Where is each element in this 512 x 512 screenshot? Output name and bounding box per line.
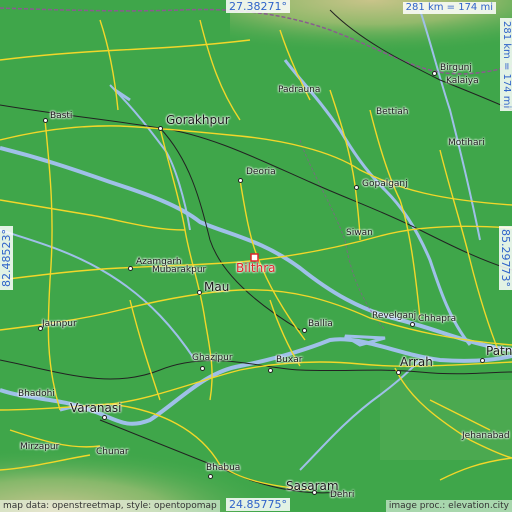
- city-chunar[interactable]: Chunar: [96, 448, 129, 457]
- city-basti[interactable]: Basti: [50, 112, 72, 121]
- city-bhabua[interactable]: Bhabua: [206, 464, 240, 473]
- city-bilthra[interactable]: Bilthra: [236, 262, 276, 274]
- city-dot: [312, 490, 317, 495]
- plains-shade: [380, 380, 512, 460]
- city-chhapra[interactable]: Chhapra: [418, 315, 456, 324]
- city-jehanabad[interactable]: Jehanabad: [462, 432, 510, 441]
- city-dot: [396, 370, 401, 375]
- city-dot: [43, 118, 48, 123]
- city-dot: [480, 358, 485, 363]
- right-longitude: 85.29773°: [499, 226, 512, 290]
- map-view[interactable]: Basti Gorakhpur Padrauna Bettiah Birgunj…: [0, 0, 512, 512]
- city-gopalganj[interactable]: Gopalganj: [362, 180, 408, 189]
- top-latitude: 27.38271°: [226, 0, 290, 13]
- city-dot: [432, 71, 437, 76]
- scale-bar-horizontal: 281 km = 174 mi: [402, 2, 496, 14]
- city-dot: [208, 474, 213, 479]
- city-patna[interactable]: Patn: [486, 345, 512, 357]
- city-bettiah[interactable]: Bettiah: [376, 108, 409, 117]
- city-siwan[interactable]: Siwan: [346, 229, 373, 238]
- city-kalaiya[interactable]: Kalaiya: [446, 77, 479, 86]
- city-dot: [238, 178, 243, 183]
- city-dot: [302, 328, 307, 333]
- city-mubarakpur[interactable]: Mubarakpur: [152, 266, 206, 275]
- scale-bar-vertical: 281 km = 174 mi: [500, 18, 512, 112]
- city-ghazipur[interactable]: Ghazipur: [192, 354, 233, 363]
- city-dot: [197, 290, 202, 295]
- map-canvas: [0, 0, 512, 512]
- city-arrah[interactable]: Arrah: [400, 356, 433, 368]
- city-dot: [128, 266, 133, 271]
- city-padrauna[interactable]: Padrauna: [278, 86, 320, 95]
- bilthra-marker[interactable]: [250, 253, 259, 262]
- city-dot: [102, 415, 107, 420]
- city-dot: [38, 326, 43, 331]
- city-deoria[interactable]: Deoria: [246, 168, 276, 177]
- city-jaunpur[interactable]: Jaunpur: [42, 320, 77, 329]
- city-bhadohi[interactable]: Bhadohi: [18, 390, 55, 399]
- city-mirzapur[interactable]: Mirzapur: [20, 443, 59, 452]
- city-motihari[interactable]: Motihari: [448, 139, 485, 148]
- city-dot: [354, 185, 359, 190]
- city-gorakhpur[interactable]: Gorakhpur: [166, 114, 230, 126]
- city-dot: [410, 322, 415, 327]
- city-dot: [268, 368, 273, 373]
- map-credit[interactable]: map data: openstreetmap, style: opentopo…: [0, 500, 220, 512]
- city-dot: [158, 126, 163, 131]
- city-ballia[interactable]: Ballia: [308, 320, 333, 329]
- city-mau[interactable]: Mau: [204, 281, 229, 293]
- city-revelganj[interactable]: Revelganj: [372, 312, 416, 321]
- bottom-latitude: 24.85775°: [226, 498, 290, 511]
- city-buxar[interactable]: Buxar: [276, 356, 302, 365]
- city-birgunj[interactable]: Birgunj: [440, 64, 472, 73]
- city-dot: [200, 366, 205, 371]
- image-credit[interactable]: image proc.: elevation.city: [385, 500, 512, 512]
- left-longitude: 82.48523°: [0, 226, 13, 290]
- city-varanasi[interactable]: Varanasi: [70, 402, 121, 414]
- city-dehri[interactable]: Dehri: [330, 491, 354, 500]
